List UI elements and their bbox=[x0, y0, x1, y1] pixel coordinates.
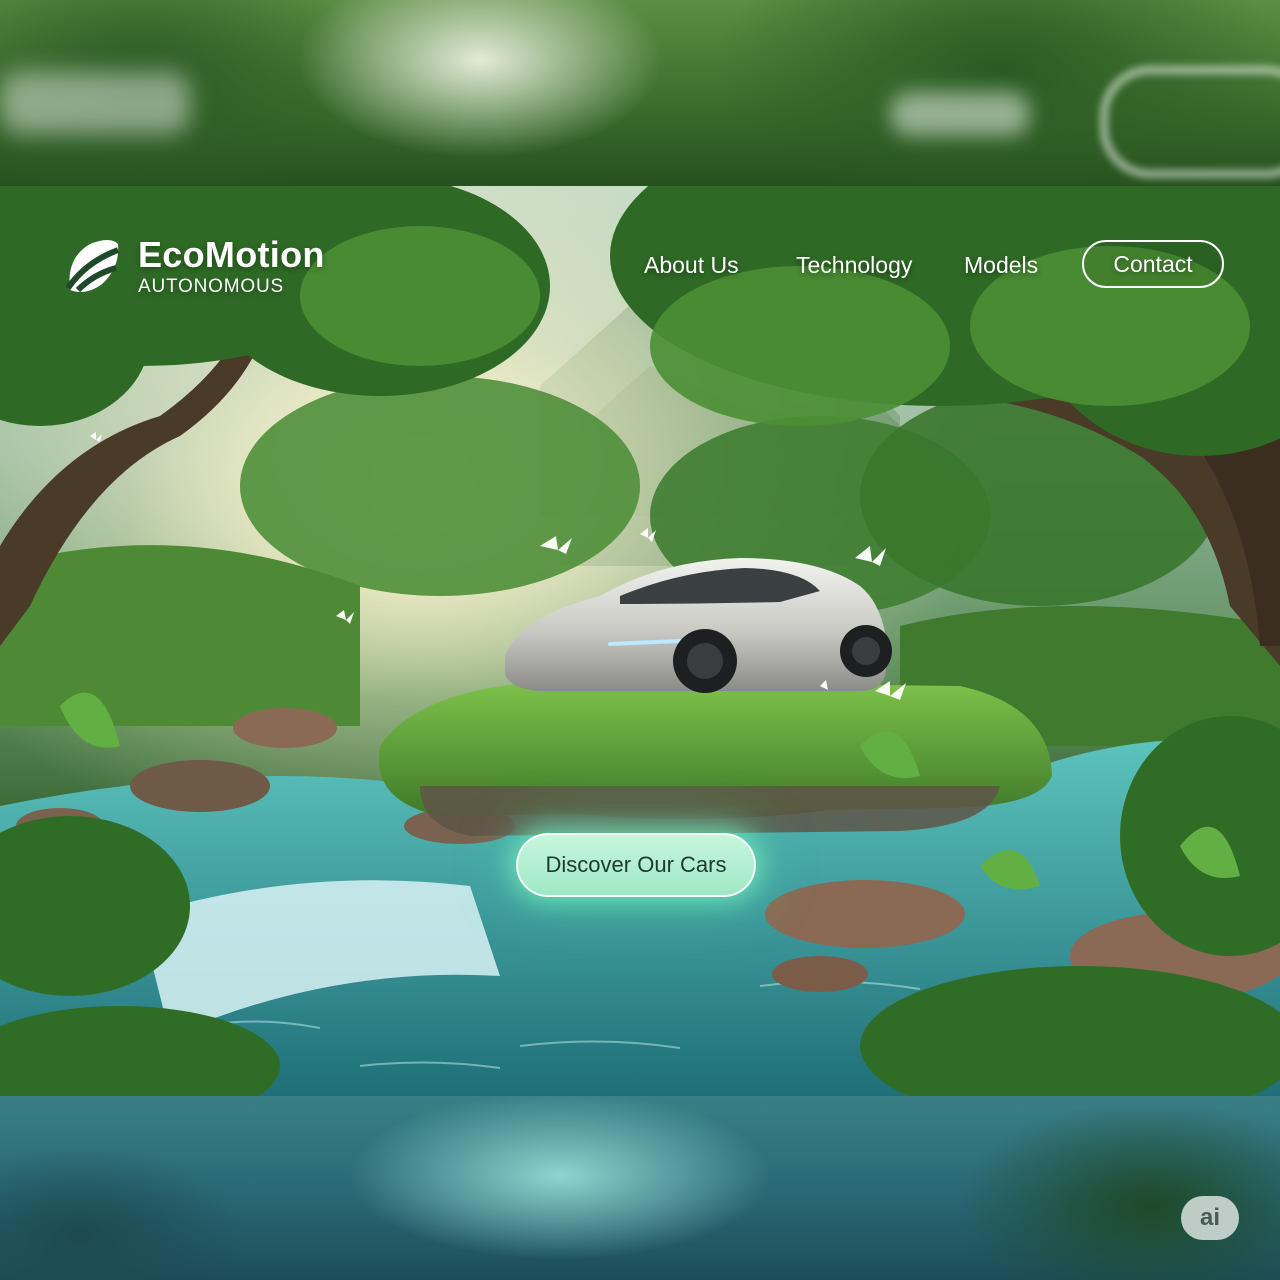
nav-link-about-us[interactable]: About Us bbox=[644, 252, 739, 279]
ai-badge: ai bbox=[1181, 1196, 1239, 1240]
nav-link-models[interactable]: Models bbox=[964, 252, 1038, 279]
rock-shape bbox=[765, 880, 965, 948]
contact-button[interactable]: Contact bbox=[1082, 240, 1224, 288]
blurred-nav-ghost bbox=[890, 92, 1030, 136]
forest-river-illustration bbox=[0, 186, 1280, 1096]
blurred-contact-ghost bbox=[1100, 66, 1280, 178]
blurred-top-band bbox=[0, 0, 1280, 186]
discover-cars-button[interactable]: Discover Our Cars bbox=[516, 833, 756, 897]
blurred-brand-ghost bbox=[0, 72, 190, 134]
top-navigation: About Us Technology Models Contact bbox=[0, 240, 1280, 292]
hero-scene bbox=[0, 186, 1280, 1096]
blurred-bottom-band bbox=[0, 1096, 1280, 1280]
nav-link-technology[interactable]: Technology bbox=[796, 252, 912, 279]
